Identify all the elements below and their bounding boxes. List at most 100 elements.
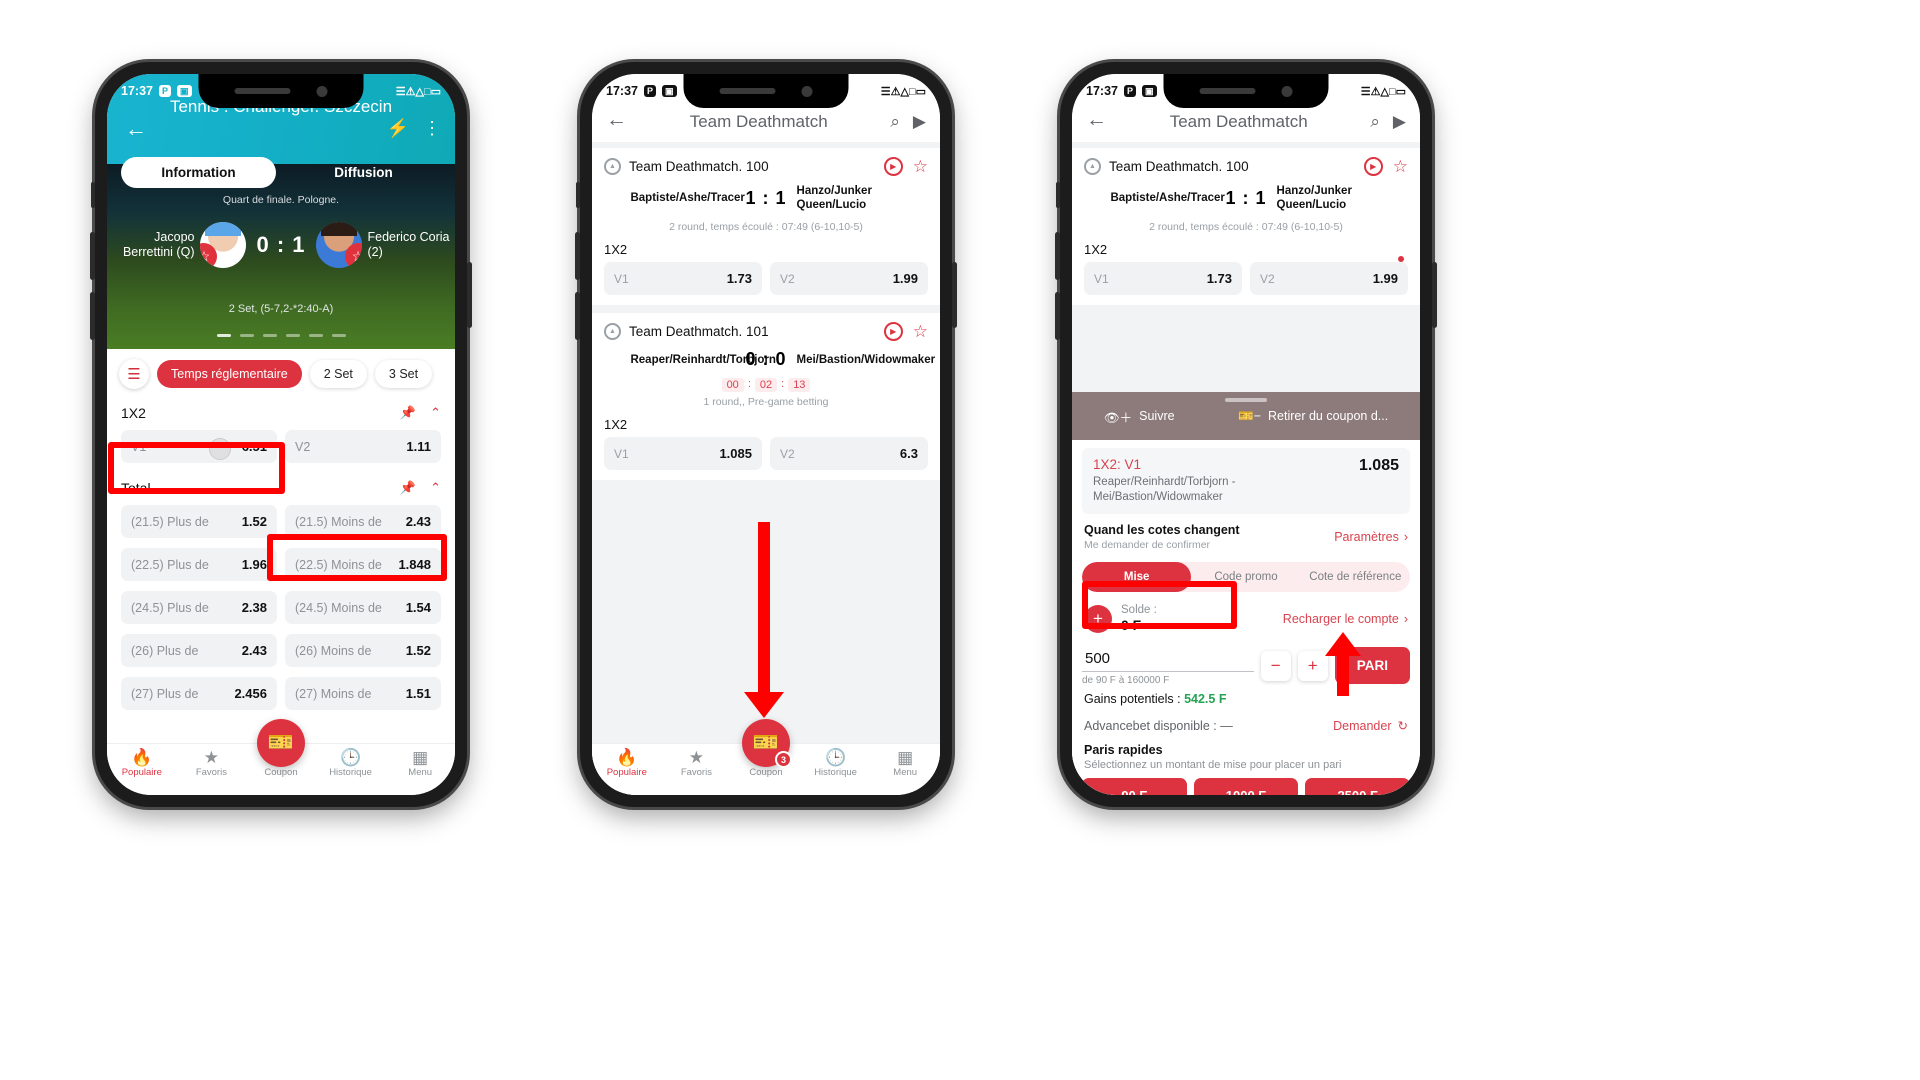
odd-button-under-245[interactable]: (24.5) Moins de 1.54 <box>285 591 441 624</box>
settings-label: Paramètres <box>1334 530 1399 544</box>
phone1-volume-down-button[interactable] <box>90 292 95 340</box>
quick-bet-90[interactable]: 90 F <box>1082 778 1187 795</box>
add-funds-icon[interactable]: + <box>1084 604 1112 633</box>
phone1-tabs: Information Diffusion <box>107 152 455 192</box>
search-icon[interactable]: ⌕ <box>890 112 900 132</box>
nav-populaire[interactable]: 🔥 Populaire <box>107 748 177 778</box>
nav-favoris[interactable]: ★ Favoris <box>177 748 247 778</box>
back-button[interactable]: ← <box>606 108 640 132</box>
topup-link[interactable]: Recharger le compte › <box>1283 612 1408 626</box>
phone1-volume-up-button[interactable] <box>90 232 95 280</box>
tab-information[interactable]: Information <box>121 156 276 188</box>
favorite-star-left-icon[interactable]: ☆ <box>200 243 218 268</box>
phone3-power-button[interactable] <box>1432 262 1437 328</box>
segment-code-promo[interactable]: Code promo <box>1191 562 1300 592</box>
odds-change-subtitle: Me demander de confirmer <box>1084 539 1211 551</box>
tab-diffusion[interactable]: Diffusion <box>286 157 441 188</box>
odd-button-over-225[interactable]: (22.5) Plus de 1.96 <box>121 548 277 581</box>
odd-button-under-225[interactable]: (22.5) Moins de 1.848 <box>285 548 441 581</box>
live-stream-icon[interactable]: ▶ <box>1363 157 1383 176</box>
video-icon[interactable]: ▶ <box>1393 112 1406 132</box>
phone1-mute-button[interactable] <box>91 182 95 208</box>
coupon-fab-button[interactable]: 🎫 3 <box>742 719 792 768</box>
pin-icon[interactable]: 📌 <box>400 405 416 421</box>
sheet-drag-handle[interactable] <box>1225 398 1267 402</box>
stake-input[interactable] <box>1082 645 1254 672</box>
search-icon[interactable]: ⌕ <box>1370 112 1380 132</box>
coupon-fab-button[interactable]: 🎫 <box>257 719 305 767</box>
follow-action[interactable]: 👁＋ Suivre <box>1104 407 1175 426</box>
market-header-total[interactable]: Total 📌 ⌃ <box>107 466 455 502</box>
odd-button-v2[interactable]: V2 1.11 <box>285 430 441 463</box>
stake-decrease-button[interactable]: − <box>1260 650 1291 681</box>
nav-label: Coupon <box>749 767 783 778</box>
segment-mise[interactable]: Mise <box>1082 562 1192 592</box>
phone2-volume-down-button[interactable] <box>575 292 580 340</box>
odd-button-over-26[interactable]: (26) Plus de 2.43 <box>121 634 277 667</box>
hero-pagination-dots[interactable] <box>107 334 455 337</box>
odd-label: V2 <box>780 446 795 461</box>
odd-label: V1 <box>131 439 147 454</box>
phone3-volume-down-button[interactable] <box>1055 292 1060 340</box>
odd-button-v2[interactable]: V2 1.99 <box>1250 262 1408 295</box>
phone3-volume-up-button[interactable] <box>1055 232 1060 280</box>
live-stream-icon[interactable]: ▶ <box>883 322 903 341</box>
segment-cote-reference[interactable]: Cote de référence <box>1301 562 1410 592</box>
chip-temps-reglementaire[interactable]: Temps réglementaire <box>157 360 302 388</box>
overflow-menu-icon[interactable]: ⋮ <box>423 118 441 139</box>
phone1-power-button[interactable] <box>467 262 472 328</box>
odd-button-over-27[interactable]: (27) Plus de 2.456 <box>121 677 277 710</box>
odd-button-over-215[interactable]: (21.5) Plus de 1.52 <box>121 505 277 538</box>
odd-button-v1[interactable]: V1 1.73 <box>604 262 762 295</box>
quick-bet-1000[interactable]: 1000 F <box>1193 778 1299 795</box>
live-stream-icon[interactable]: ▶ <box>883 157 903 176</box>
odd-value: 1.52 <box>405 643 431 658</box>
phone3-mute-button[interactable] <box>1056 182 1060 208</box>
odd-button-v2[interactable]: V2 6.3 <box>770 437 928 470</box>
odd-value: 1.11 <box>406 439 431 454</box>
odd-button-over-245[interactable]: (24.5) Plus de 2.38 <box>121 591 277 624</box>
stake-increase-button[interactable]: + <box>1297 650 1328 681</box>
odd-button-under-26[interactable]: (26) Moins de 1.52 <box>285 634 441 667</box>
quick-bet-2500[interactable]: 2500 F <box>1305 778 1411 795</box>
annotation-arrow-up <box>1325 632 1361 696</box>
video-icon[interactable]: ▶ <box>913 112 926 132</box>
odd-button-v1[interactable]: V1 1.085 <box>604 437 762 470</box>
player-left-name: Jacopo Berrettini (Q) <box>122 230 195 259</box>
nav-menu[interactable]: ▦ Menu <box>385 748 455 778</box>
collapse-chevron-icon[interactable]: ⌃ <box>430 480 441 496</box>
phone2-notch <box>683 74 849 108</box>
favorite-star-right-icon[interactable]: ☆ <box>344 243 362 268</box>
odd-button-under-27[interactable]: (27) Moins de 1.51 <box>285 677 441 710</box>
back-button[interactable]: ← <box>1086 108 1120 132</box>
market-list-icon[interactable]: ☰ <box>119 359 149 389</box>
favorite-star-icon[interactable]: ☆ <box>913 158 928 175</box>
advancebet-request[interactable]: Demander ↻ <box>1333 718 1408 734</box>
odd-button-v2[interactable]: V2 1.99 <box>770 262 928 295</box>
odd-button-v1[interactable]: V1 6.51 <box>121 430 277 463</box>
chip-2-set[interactable]: 2 Set <box>309 360 367 388</box>
annotation-arrow-down <box>744 522 784 718</box>
bolt-icon[interactable]: ⚡ <box>387 118 409 139</box>
nav-historique[interactable]: 🕒 Historique <box>801 748 871 778</box>
phone2-volume-up-button[interactable] <box>575 232 580 280</box>
remove-from-coupon-action[interactable]: 🎫− Retirer du coupon d... <box>1238 409 1388 424</box>
refresh-icon[interactable]: ↻ <box>1398 718 1408 733</box>
nav-menu[interactable]: ▦ Menu <box>870 748 940 778</box>
odd-button-under-215[interactable]: (21.5) Moins de 2.43 <box>285 505 441 538</box>
balance-value: 0 F <box>1121 617 1142 633</box>
nav-favoris[interactable]: ★ Favoris <box>662 748 732 778</box>
favorite-star-icon[interactable]: ☆ <box>1393 158 1408 175</box>
chip-3-set[interactable]: 3 Set <box>374 360 433 388</box>
phone2-mute-button[interactable] <box>576 182 580 208</box>
nav-populaire[interactable]: 🔥 Populaire <box>592 748 662 778</box>
nav-historique[interactable]: 🕒 Historique <box>316 748 386 778</box>
pin-icon[interactable]: 📌 <box>400 480 416 496</box>
collapse-chevron-icon[interactable]: ⌃ <box>430 405 441 421</box>
phone2-power-button[interactable] <box>952 262 957 328</box>
back-button[interactable]: ← <box>125 118 147 140</box>
favorite-star-icon[interactable]: ☆ <box>913 323 928 340</box>
settings-link[interactable]: Paramètres › <box>1334 530 1408 544</box>
market-header-1x2[interactable]: 1X2 📌 ⌃ <box>107 397 455 427</box>
odd-button-v1[interactable]: V1 1.73 <box>1084 262 1242 295</box>
